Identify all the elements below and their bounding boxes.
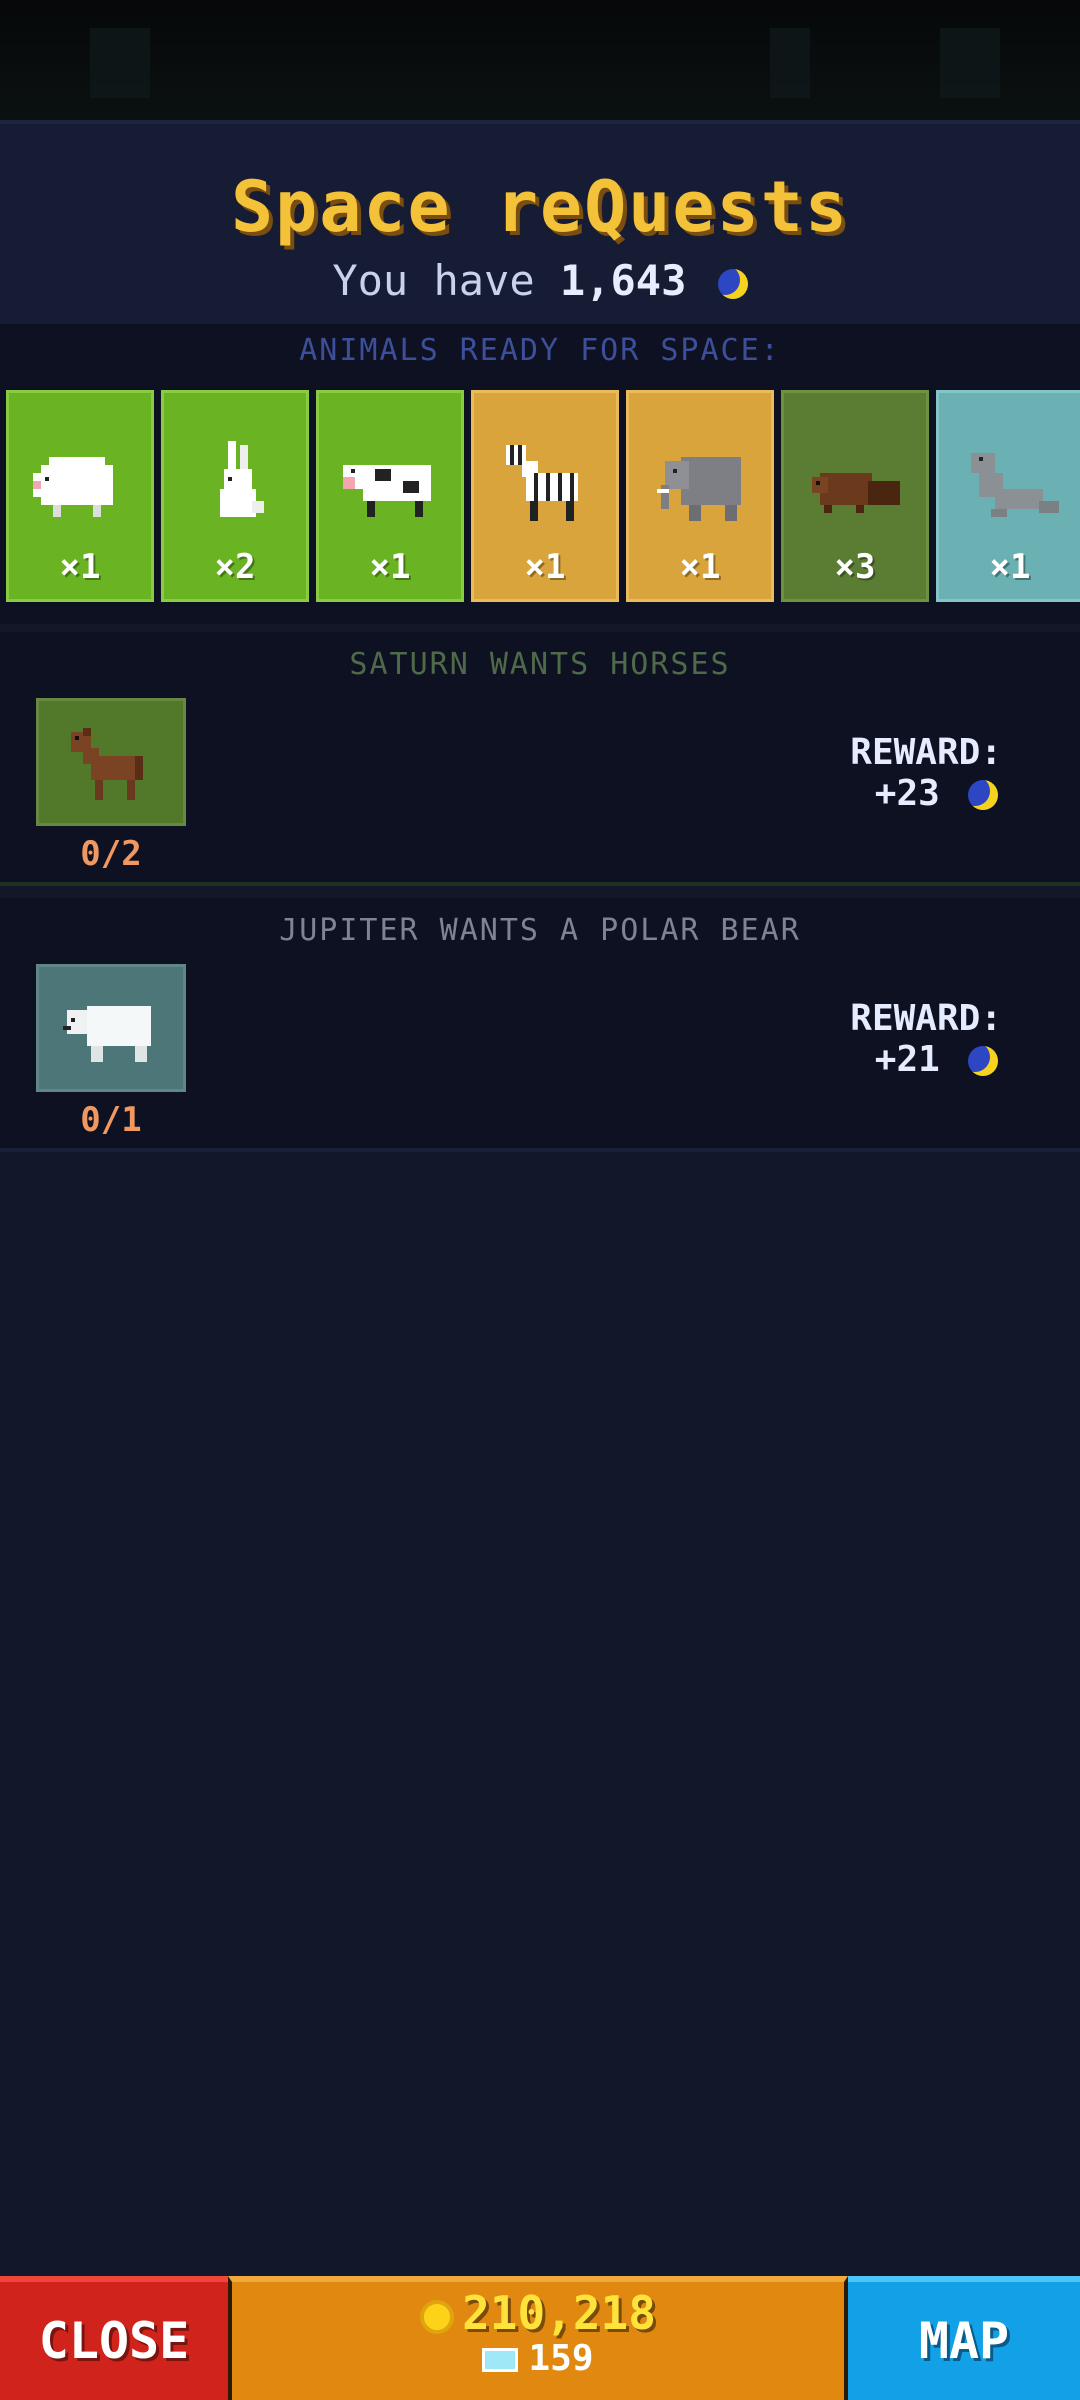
gems-amount: 159 <box>528 2338 594 2379</box>
gem-icon <box>482 2348 519 2372</box>
animal-count: ×1 <box>679 547 721 587</box>
reward-block: REWARD: +21 <box>850 998 1002 1081</box>
scene-silhouette <box>940 28 1000 98</box>
balance-prefix: You have <box>332 256 535 305</box>
header: Space reQuests You have 1,643 <box>0 120 1080 328</box>
request-title: SATURN WANTS HORSES <box>349 647 731 682</box>
reward-label: REWARD: <box>850 732 1002 773</box>
request-title: JUPITER WANTS A POLAR BEAR <box>279 913 801 948</box>
zebra-icon <box>494 433 598 533</box>
animal-count: ×1 <box>524 547 566 587</box>
reward-value: +21 <box>874 1039 940 1081</box>
polar-bear-icon <box>36 964 186 1092</box>
close-button[interactable]: CLOSE <box>0 2276 228 2400</box>
sheep-icon <box>29 433 133 533</box>
request-jupiter[interactable]: JUPITER WANTS A POLAR BEAR 0/1 REWARD: +… <box>0 898 1080 1152</box>
animal-card-elephant[interactable]: ×1 <box>626 390 774 602</box>
balance-amount: 1,643 <box>559 256 687 305</box>
animal-count: ×1 <box>369 547 411 587</box>
bottom-bar: CLOSE 210,218 159 MAP <box>0 2276 1080 2400</box>
cow-icon <box>339 433 443 533</box>
reward-value: +23 <box>874 773 940 815</box>
gems-line: 159 <box>232 2338 844 2379</box>
reward-value-line: +21 <box>850 1039 1002 1080</box>
animal-count: ×2 <box>214 547 256 587</box>
animal-card-cow[interactable]: ×1 <box>316 390 464 602</box>
animal-count: ×3 <box>834 547 876 587</box>
rabbit-icon <box>184 433 288 533</box>
seal-icon <box>959 433 1063 533</box>
currency-panel: 210,218 159 <box>228 2276 848 2400</box>
moon-icon <box>967 1046 998 1077</box>
animal-card-rabbit[interactable]: ×2 <box>161 390 309 602</box>
map-button[interactable]: MAP <box>848 2276 1080 2400</box>
reward-label: REWARD: <box>850 998 1002 1039</box>
scene-silhouette <box>770 28 810 98</box>
moon-icon <box>717 268 748 299</box>
page-title: Space reQuests <box>230 166 849 248</box>
coins-line: 210,218 <box>232 2286 844 2340</box>
animal-card-sheep[interactable]: ×1 <box>6 390 154 602</box>
animal-card-zebra[interactable]: ×1 <box>471 390 619 602</box>
reward-value-line: +23 <box>850 773 1002 814</box>
coin-icon <box>420 2299 455 2334</box>
beaver-icon <box>804 433 908 533</box>
animal-card-beaver[interactable]: ×3 <box>781 390 929 602</box>
background-scene <box>0 0 1080 120</box>
scene-silhouette <box>90 28 150 98</box>
animals-ready-section: ANIMALS READY FOR SPACE: ×1 ×2 ×1 ×1 ×1 … <box>0 324 1080 624</box>
elephant-icon <box>649 433 753 533</box>
reward-block: REWARD: +23 <box>850 732 1002 815</box>
request-saturn[interactable]: SATURN WANTS HORSES 0/2 REWARD: +23 <box>0 632 1080 886</box>
animal-count: ×1 <box>59 547 101 587</box>
animal-card-row: ×1 ×2 ×1 ×1 ×1 ×3 ×1 <box>6 390 1080 602</box>
animals-ready-label: ANIMALS READY FOR SPACE: <box>299 333 781 368</box>
balance-line: You have 1,643 <box>0 260 1080 302</box>
horse-icon <box>36 698 186 826</box>
moon-icon <box>967 780 998 811</box>
animal-card-seal[interactable]: ×1 <box>936 390 1080 602</box>
animal-count: ×1 <box>989 547 1031 587</box>
request-progress: 0/2 <box>80 834 142 874</box>
coins-amount: 210,218 <box>462 2286 656 2340</box>
space-requests-screen: Space reQuests You have 1,643 ANIMALS RE… <box>0 0 1080 2400</box>
request-progress: 0/1 <box>80 1100 142 1140</box>
